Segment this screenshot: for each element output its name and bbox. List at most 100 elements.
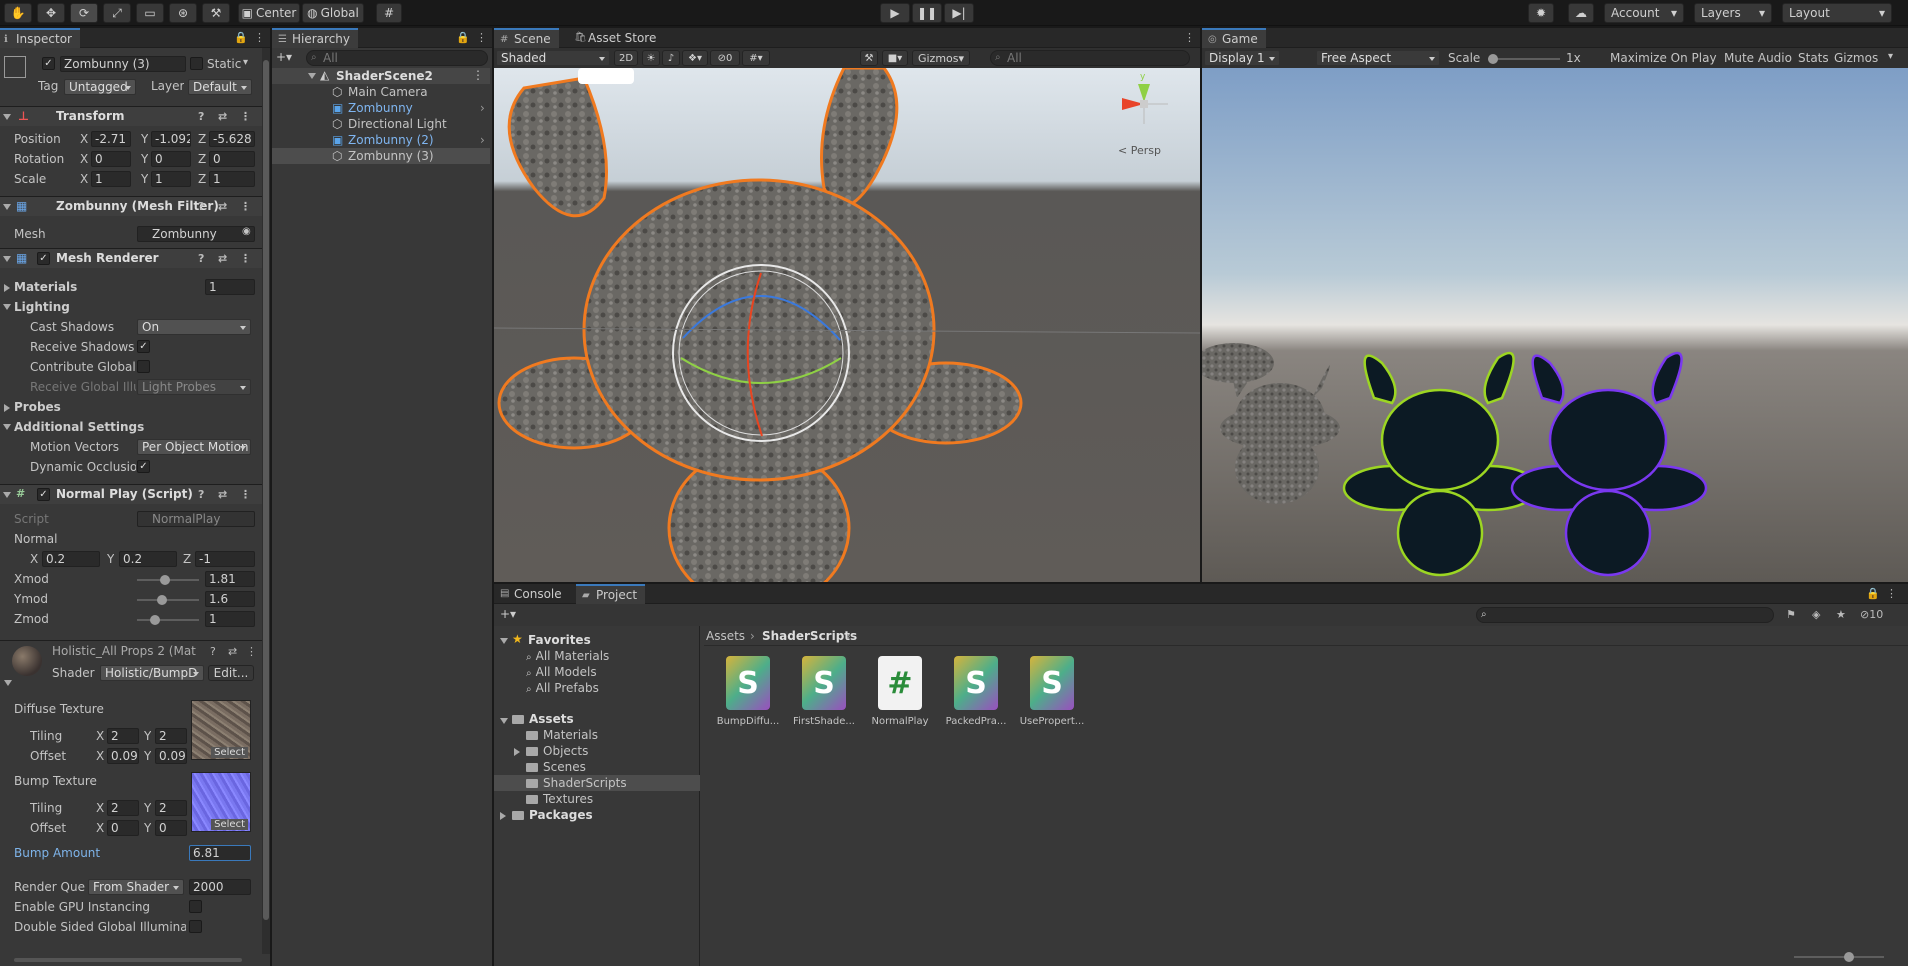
contribute-gi-checkbox[interactable] xyxy=(137,360,150,373)
foldout-arrow-icon[interactable] xyxy=(500,638,508,644)
folder-objects[interactable]: Objects xyxy=(526,744,588,758)
lock-icon[interactable]: 🔒 xyxy=(234,31,248,44)
account-dropdown[interactable]: Account ▾ xyxy=(1604,3,1684,23)
display-dropdown[interactable]: Display 1 xyxy=(1204,50,1280,66)
foldout-arrow-icon[interactable] xyxy=(3,424,11,430)
bump-tiling-x-field[interactable]: 2 xyxy=(107,800,139,816)
favorite-star-icon[interactable]: ★ xyxy=(1836,608,1846,621)
assets-folder[interactable]: Assets xyxy=(512,712,574,726)
collab-icon[interactable]: ✹ xyxy=(1528,3,1554,23)
tab-project[interactable]: ▰ Project xyxy=(576,584,646,604)
audio-toggle-icon[interactable]: ♪ xyxy=(662,50,680,66)
grid-dropdown-icon[interactable]: #▾ xyxy=(742,50,770,66)
rect-tool-icon[interactable]: ▭ xyxy=(136,3,164,23)
zombunny-model[interactable] xyxy=(497,68,1023,582)
kebab-menu-icon[interactable]: ⋮ xyxy=(240,488,251,501)
preset-icon[interactable]: ⇄ xyxy=(218,252,227,265)
game-viewport[interactable] xyxy=(1202,68,1908,582)
tab-asset-store[interactable]: 🛍 Asset Store xyxy=(568,28,664,48)
rock-bunny-model[interactable] xyxy=(1202,343,1340,504)
zmod-field[interactable]: 1 xyxy=(205,611,255,627)
object-picker-icon[interactable]: ◉ xyxy=(242,226,251,237)
add-object-button[interactable]: +▾ xyxy=(276,50,296,66)
zoom-slider[interactable] xyxy=(1794,952,1894,962)
position-x-field[interactable]: -2.71 xyxy=(91,131,131,147)
preset-icon[interactable]: ⇄ xyxy=(218,200,227,213)
active-checkbox[interactable]: ✓ xyxy=(42,57,55,70)
kebab-menu-icon[interactable]: ⋮ xyxy=(240,110,251,123)
diffuse-offset-y-field[interactable]: 0.09 xyxy=(155,748,187,764)
breadcrumb-current[interactable]: ShaderScripts xyxy=(762,629,857,643)
hierarchy-item-main-camera[interactable]: ⬡ Main Camera xyxy=(272,84,490,100)
ymod-field[interactable]: 1.6 xyxy=(205,591,255,607)
scene-search-input[interactable]: ⌕ All xyxy=(990,50,1190,66)
slider-thumb[interactable] xyxy=(160,575,171,585)
lock-icon[interactable]: 🔒 xyxy=(1866,587,1880,600)
kebab-menu-icon[interactable]: ⋮ xyxy=(240,200,251,213)
diffuse-tiling-y-field[interactable]: 2 xyxy=(155,728,187,744)
tab-scene[interactable]: # Scene xyxy=(494,28,559,48)
scene-viewport[interactable]: y < Persp xyxy=(494,68,1200,582)
normal-y-field[interactable]: 0.2 xyxy=(119,551,177,567)
kebab-menu-icon[interactable]: ⋮ xyxy=(476,31,487,44)
foldout-arrow-icon[interactable] xyxy=(4,404,10,412)
project-search-input[interactable]: ⌕ xyxy=(1476,607,1774,623)
normal-play-script-header[interactable]: # ✓ Normal Play (Script) ? ⇄ ⋮ xyxy=(0,484,262,504)
fav-all-prefabs[interactable]: ⌕ All Prefabs xyxy=(526,681,599,697)
mesh-object-field[interactable]: Zombunny xyxy=(137,226,255,242)
shader-dropdown[interactable]: Holistic/BumpD xyxy=(100,665,204,681)
perspective-label[interactable]: < Persp xyxy=(1118,144,1161,157)
chevron-right-icon[interactable]: › xyxy=(480,133,485,147)
diffuse-offset-x-field[interactable]: 0.09 xyxy=(107,748,139,764)
breadcrumb-assets[interactable]: Assets xyxy=(706,629,745,643)
aspect-dropdown[interactable]: Free Aspect xyxy=(1316,50,1440,66)
game-gizmos-dropdown[interactable]: Gizmos xyxy=(1834,51,1878,65)
eye-slash-icon[interactable]: ⊘10 xyxy=(1860,608,1883,621)
foldout-arrow-icon[interactable] xyxy=(3,304,11,310)
slider-thumb[interactable] xyxy=(1844,952,1854,962)
asset-shader-useproperties[interactable]: S UsePropert... xyxy=(1017,656,1087,727)
scale-y-field[interactable]: 1 xyxy=(151,171,191,187)
foldout-arrow-icon[interactable] xyxy=(4,284,10,292)
mesh-renderer-header[interactable]: ▦ ✓ Mesh Renderer ? ⇄ ⋮ xyxy=(0,248,262,268)
asset-script-normalplay[interactable]: # NormalPlay xyxy=(865,656,935,727)
cast-shadows-dropdown[interactable]: On xyxy=(137,319,251,335)
foldout-arrow-icon[interactable] xyxy=(514,748,520,756)
search-by-label-icon[interactable]: ◈ xyxy=(1812,608,1820,621)
grid-snap-icon[interactable]: # xyxy=(376,3,402,23)
mute-audio-toggle[interactable]: Mute Audio xyxy=(1724,51,1792,65)
lighting-foldout[interactable]: Lighting xyxy=(14,300,70,314)
tab-console[interactable]: ▤ Console xyxy=(494,584,570,604)
object-name-field[interactable]: Zombunny (3) xyxy=(60,56,186,72)
fav-all-models[interactable]: ⌕ All Models xyxy=(526,665,597,681)
foldout-arrow-icon[interactable] xyxy=(500,812,506,820)
folder-scenes[interactable]: Scenes xyxy=(526,760,586,774)
hidden-objects-toggle[interactable]: ⊘ 0 xyxy=(710,50,740,66)
help-icon[interactable]: ? xyxy=(198,252,204,265)
slider-thumb[interactable] xyxy=(1488,54,1498,64)
hierarchy-item-zombunny-2[interactable]: ▣ Zombunny (2) › xyxy=(272,132,490,148)
bump-offset-x-field[interactable]: 0 xyxy=(107,820,139,836)
chevron-down-icon[interactable]: ▾ xyxy=(1888,51,1893,62)
materials-foldout[interactable]: Materials xyxy=(14,280,77,294)
hierarchy-item-zombunny[interactable]: ▣ Zombunny › xyxy=(272,100,490,116)
fav-all-materials[interactable]: ⌕ All Materials xyxy=(526,649,609,665)
edit-shader-button[interactable]: Edit... xyxy=(208,665,254,681)
lighting-toggle-icon[interactable]: ☀ xyxy=(642,50,660,66)
hierarchy-item-directional-light[interactable]: ⬡ Directional Light xyxy=(272,116,490,132)
scrollbar-thumb[interactable] xyxy=(263,60,269,920)
tag-dropdown[interactable]: Untagged xyxy=(64,79,136,95)
static-checkbox[interactable] xyxy=(190,57,203,70)
help-icon[interactable]: ? xyxy=(198,488,204,501)
diffuse-tiling-x-field[interactable]: 2 xyxy=(107,728,139,744)
help-icon[interactable]: ? xyxy=(198,110,204,123)
ymod-slider[interactable] xyxy=(137,595,199,605)
receive-shadows-checkbox[interactable]: ✓ xyxy=(137,340,150,353)
bump-amount-field[interactable]: 6.81 xyxy=(189,845,251,861)
render-queue-dropdown[interactable]: From Shader xyxy=(88,879,184,895)
space-global-toggle[interactable]: ◍ Global xyxy=(302,3,364,23)
inspector-scrollbar[interactable] xyxy=(262,48,270,954)
scene-root-row[interactable]: ◭ ShaderScene2 ⋮ xyxy=(272,68,490,84)
scale-slider[interactable] xyxy=(1488,54,1560,64)
preset-icon[interactable]: ⇄ xyxy=(218,110,227,123)
